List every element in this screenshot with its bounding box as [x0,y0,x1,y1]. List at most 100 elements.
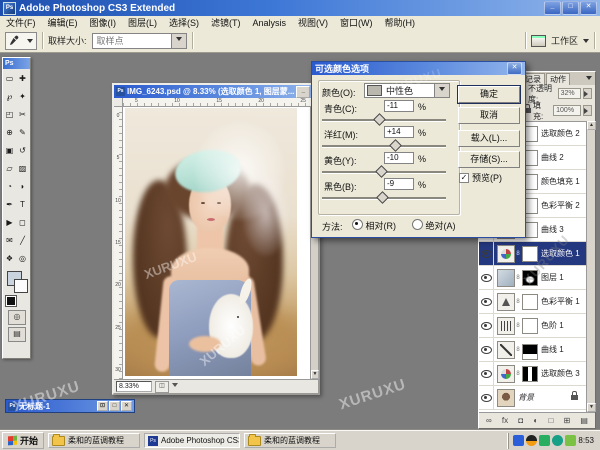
document-window[interactable]: Ps IMG_6243.psd @ 8.33% (选取颜色 1, 图层蒙... … [112,83,320,395]
method-relative-radio[interactable]: 相对(R) [352,219,396,232]
link-layers-button[interactable]: ∞ [486,416,492,425]
app-titlebar[interactable]: Ps Adobe Photoshop CS3 Extended _ □ ✕ [0,0,600,16]
yellow-slider[interactable] [322,171,446,173]
tool-preset-picker[interactable] [5,32,37,50]
photo-canvas[interactable]: XURUXU XURUXU [125,108,297,376]
zoom-field[interactable]: 8.33% [116,381,152,392]
dodge-tool-icon[interactable]: ◗ [16,177,29,195]
taskbar-item-folder-1[interactable]: 柔和的蓝调教程 [48,433,140,448]
new-group-button[interactable]: □ [548,416,553,425]
layer-thumbnail[interactable] [497,389,515,407]
taskbar-item-photoshop[interactable]: Ps Adobe Photoshop CS3 E... [144,433,240,448]
quick-mask-button[interactable]: ◎ [8,310,26,325]
opacity-arrow-icon[interactable] [583,88,592,99]
layer-name[interactable]: 颜色填充 1 [541,176,580,187]
panel-menu-icon[interactable] [586,76,592,83]
menu-help[interactable]: 帮助(H) [379,16,422,29]
cancel-button[interactable]: 取消 [458,107,520,124]
tray-icon-blue[interactable] [513,435,524,446]
layer-row[interactable]: 8 选取颜色 3 [479,362,586,386]
visibility-toggle[interactable] [479,362,494,385]
marquee-tool-icon[interactable]: ▭ [3,69,16,87]
yellow-value[interactable]: -10 [384,152,414,164]
minimize-button[interactable]: _ [544,1,561,15]
layer-name[interactable]: 选取颜色 2 [541,128,580,139]
minimized-document[interactable]: Ps 无标题-1 ⊡ □ ✕ [5,399,135,413]
magic-wand-tool-icon[interactable]: ✦ [16,87,29,105]
menu-view[interactable]: 视图(V) [292,16,334,29]
background-color-swatch[interactable] [14,279,28,293]
maximize-button[interactable]: □ [109,401,120,411]
layer-name[interactable]: 图层 1 [541,272,564,283]
layer-mask-thumbnail[interactable] [522,270,538,286]
visibility-toggle[interactable] [479,242,494,265]
default-colors-icon[interactable] [6,296,16,306]
dialog-titlebar[interactable]: 可选颜色选项 ✕ [312,62,525,75]
visibility-toggle[interactable] [479,290,494,313]
maximize-button[interactable]: □ [562,1,579,15]
combo-arrow-button[interactable] [434,84,449,97]
adjustment-layer-button[interactable]: ◐ [533,416,538,425]
layer-name[interactable]: 背景 [518,392,534,403]
cyan-value[interactable]: -11 [384,100,414,112]
doc-minimize-button[interactable]: _ [296,86,310,98]
layer-row-background[interactable]: 背景 [479,386,586,410]
canvas-area[interactable]: XURUXU XURUXU [123,107,310,379]
panel-scrollbar[interactable]: ▲ ▼ [586,121,595,412]
type-tool-icon[interactable]: T [16,195,29,213]
status-menu-icon[interactable] [172,383,178,390]
selective-color-dialog[interactable]: 可选颜色选项 ✕ 颜色(O): 中性色 青色(C): -11 % 洋红(M): … [311,61,526,238]
color-select[interactable]: 中性色 [364,83,450,98]
slice-tool-icon[interactable]: ✂ [16,105,29,123]
clone-stamp-tool-icon[interactable]: ▣ [3,141,16,159]
layer-name[interactable]: 曲线 2 [541,152,564,163]
layer-thumbnail[interactable] [497,341,515,359]
eyedropper-tool-icon[interactable]: ╱ [16,231,29,249]
new-layer-button[interactable]: ⊞ [563,416,570,425]
layer-name[interactable]: 选取颜色 3 [541,368,580,379]
sample-size-select[interactable]: 取样点 [92,33,187,49]
menu-edit[interactable]: 编辑(E) [42,16,84,29]
doc-info-icon[interactable]: ◫ [155,381,169,393]
combo-arrow-button[interactable] [171,34,186,48]
tray-icon-qq[interactable] [526,435,537,446]
visibility-toggle[interactable] [479,266,494,289]
visibility-toggle[interactable] [479,338,494,361]
menu-select[interactable]: 选择(S) [163,16,205,29]
menu-image[interactable]: 图像(I) [84,16,123,29]
start-button[interactable]: 开始 [2,432,44,449]
layer-row[interactable]: 8 曲线 1 [479,338,586,362]
close-button[interactable]: ✕ [121,401,132,411]
tray-icon-teal[interactable] [552,435,563,446]
add-mask-button[interactable]: ◘ [518,416,523,425]
magenta-slider[interactable] [322,145,446,147]
tray-icon-leaf[interactable] [565,435,576,446]
opacity-field[interactable]: 32% [558,88,581,99]
layer-thumbnail[interactable] [497,245,515,263]
scroll-down-icon[interactable]: ▼ [587,403,596,412]
layer-name[interactable]: 曲线 1 [541,344,564,355]
lasso-tool-icon[interactable]: ℘ [3,87,16,105]
tray-icon-green[interactable] [539,435,550,446]
gradient-tool-icon[interactable]: ▨ [16,159,29,177]
layer-name[interactable]: 选取颜色 1 [541,248,580,259]
layer-thumbnail[interactable] [497,317,515,335]
fill-field[interactable]: 100% [553,105,581,116]
layer-name[interactable]: 色彩平衡 2 [541,200,580,211]
layer-row[interactable]: 8 色阶 1 [479,314,586,338]
cyan-slider[interactable] [322,119,446,121]
healing-brush-tool-icon[interactable]: ⊕ [3,123,16,141]
layer-mask-thumbnail[interactable] [522,344,538,360]
zoom-tool-icon[interactable]: ◎ [16,249,29,267]
load-button[interactable]: 载入(L)... [458,130,520,147]
blur-tool-icon[interactable]: ◔ [3,177,16,195]
layer-name[interactable]: 色彩平衡 1 [541,296,580,307]
layer-mask-thumbnail[interactable] [522,366,538,382]
notes-tool-icon[interactable]: ✉ [3,231,16,249]
black-value[interactable]: -9 [384,178,414,190]
screen-mode-button[interactable]: ▤ [8,327,26,342]
scroll-down-icon[interactable]: ▼ [311,370,319,379]
eraser-tool-icon[interactable]: ▱ [3,159,16,177]
layer-thumbnail[interactable] [497,293,515,311]
save-button[interactable]: 存储(S)... [458,151,520,168]
